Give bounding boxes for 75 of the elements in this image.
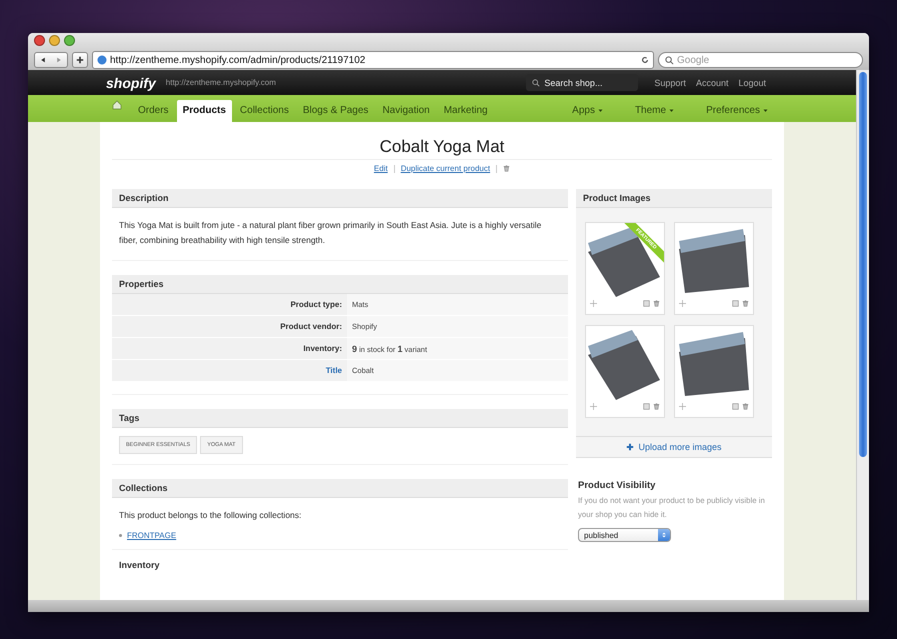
section-header: Tags [112,409,568,428]
property-label: Inventory: [112,338,347,359]
search-icon [532,78,540,86]
top-link[interactable]: Support [654,78,686,88]
image-thumbnail[interactable] [674,325,754,418]
image-thumbnail[interactable] [585,325,665,418]
reload-icon [641,56,649,64]
trash-icon[interactable] [742,403,749,410]
trash-icon[interactable] [503,165,510,172]
move-icon[interactable] [590,300,597,307]
upload-link[interactable]: Upload more images [576,437,772,458]
nav-tab[interactable]: Orders [132,100,175,122]
collections-text: This product belongs to the following collections: [118,509,302,522]
edit-icon[interactable] [732,403,739,410]
zoom-icon[interactable] [64,35,75,46]
address-field[interactable]: http://zentheme.myshopify.com/admin/products/21197102 [92,51,654,69]
yoga-mat-drawing [588,227,660,297]
move-icon[interactable] [679,300,686,307]
section-header: Product Visibility [577,480,656,491]
trash-icon[interactable] [653,403,660,410]
top-link[interactable]: Logout [738,78,766,88]
description-text: This Yoga Mat is built from jute - a natural plant fiber grown primarily in South East Asia. Jute is a highly versatile fiber, combining breathability with high tensile strength. [118,219,542,247]
yoga-mat-drawing [679,332,749,396]
image-thumbnail[interactable] [674,222,754,315]
top-link[interactable]: Account [696,78,728,88]
logo: shopify [106,74,156,90]
section-header: Product Images [576,189,772,208]
plus-icon [76,56,84,64]
move-icon[interactable] [679,403,686,410]
property-link[interactable]: Title [112,360,347,381]
visibility-select[interactable]: published [578,528,671,542]
yoga-mat-drawing [679,229,749,293]
caret-icon [669,108,674,113]
trash-icon[interactable] [742,300,749,307]
action-link[interactable]: Duplicate current product [400,164,490,173]
plus-icon [626,443,634,451]
nav-tab[interactable]: Collections [234,100,295,122]
caret-icon [598,108,603,113]
edit-icon[interactable] [643,403,650,410]
section-header: Description [112,189,568,208]
add-bookmark-button[interactable] [72,52,88,68]
yoga-mat-drawing [588,330,660,400]
collection-link[interactable]: FRONTPAGE [127,531,176,540]
close-icon[interactable] [34,35,45,46]
search-field[interactable]: Google [658,52,863,68]
product-title: Cobalt Yoga Mat [112,137,772,160]
trash-icon[interactable] [653,300,660,307]
section-header: Collections [112,479,568,498]
nav-tab[interactable]: Marketing [438,100,494,122]
caret-icon [763,108,768,113]
nav-menu[interactable]: Preferences [700,100,774,122]
nav-menu[interactable]: Theme [628,100,680,122]
property-label: Product type: [112,294,347,315]
nav-tab[interactable]: Blogs & Pages [296,100,374,122]
forward-icon [56,57,62,63]
action-link[interactable]: Edit [374,164,388,173]
edit-icon[interactable] [732,300,739,307]
move-icon[interactable] [590,403,597,410]
updown-icon [661,531,667,539]
search-icon [665,56,674,64]
url-text: http://zentheme.myshopify.com/admin/products/21197102 [110,54,366,66]
nav-tab[interactable]: Navigation [376,100,436,122]
nav-tab[interactable]: Products [176,100,232,122]
edit-icon[interactable] [643,300,650,307]
back-icon [40,57,46,63]
search-field[interactable]: Search shop... [526,74,638,91]
store-url: http://zentheme.myshopify.com [166,78,277,87]
nav-menu[interactable]: Apps [566,100,609,122]
section-header: Properties [112,275,568,294]
home-icon[interactable] [112,100,122,110]
scrollbar[interactable] [856,70,869,600]
minimize-icon[interactable] [49,35,60,46]
bullet-icon [119,534,122,537]
property-label: Product vendor: [112,316,347,337]
section-header: Inventory [118,560,161,570]
